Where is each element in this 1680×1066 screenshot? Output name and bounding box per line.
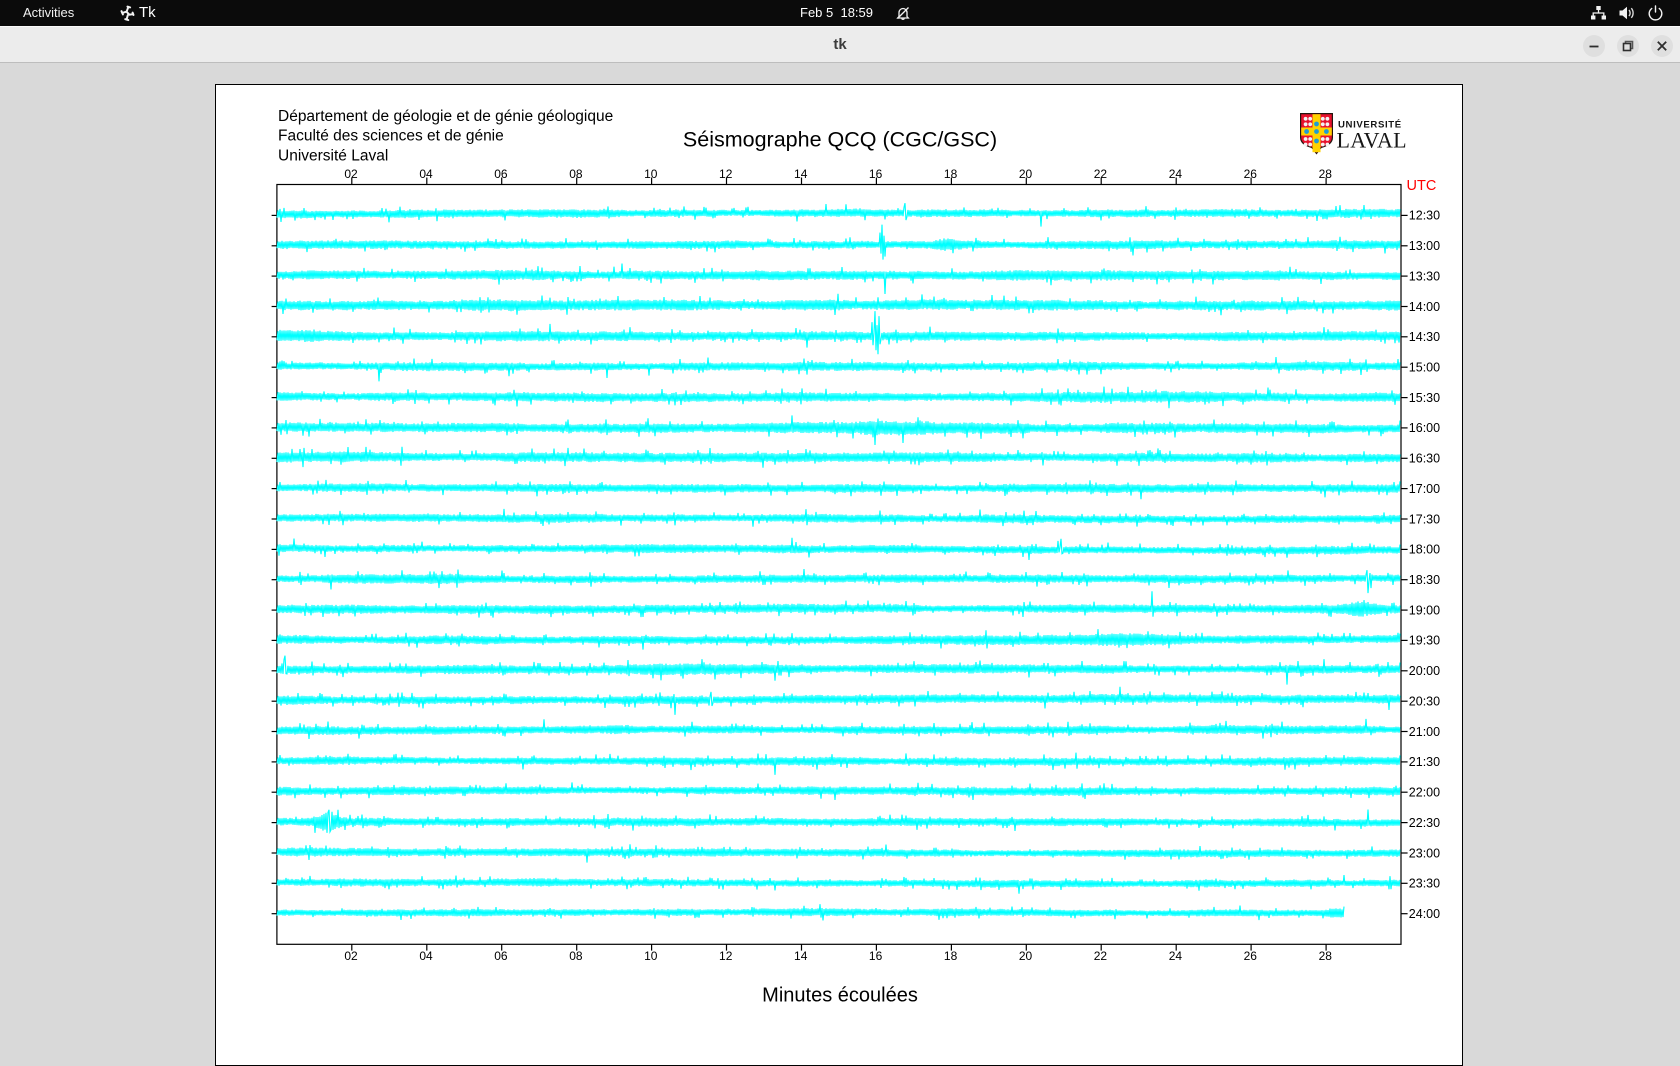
svg-text:26: 26 bbox=[1244, 949, 1258, 963]
svg-text:15:00: 15:00 bbox=[1409, 361, 1440, 375]
svg-text:19:30: 19:30 bbox=[1409, 634, 1440, 648]
svg-text:13:00: 13:00 bbox=[1409, 239, 1440, 253]
svg-text:UTC: UTC bbox=[1407, 178, 1437, 194]
svg-text:Département de géologie et de: Département de géologie et de génie géol… bbox=[278, 108, 613, 125]
svg-text:20: 20 bbox=[1019, 167, 1033, 181]
svg-text:18:30: 18:30 bbox=[1409, 573, 1440, 587]
svg-text:18: 18 bbox=[944, 167, 958, 181]
svg-text:22:00: 22:00 bbox=[1409, 786, 1440, 800]
svg-text:Séismographe QCQ (CGC/GSC): Séismographe QCQ (CGC/GSC) bbox=[683, 128, 997, 152]
svg-text:24: 24 bbox=[1169, 949, 1183, 963]
svg-text:17:30: 17:30 bbox=[1409, 512, 1440, 526]
svg-text:23:30: 23:30 bbox=[1409, 877, 1440, 891]
svg-text:02: 02 bbox=[344, 167, 358, 181]
svg-text:24: 24 bbox=[1169, 167, 1183, 181]
svg-text:16:00: 16:00 bbox=[1409, 421, 1440, 435]
svg-text:28: 28 bbox=[1319, 167, 1333, 181]
svg-text:08: 08 bbox=[569, 949, 583, 963]
svg-text:15:30: 15:30 bbox=[1409, 391, 1440, 405]
svg-text:21:30: 21:30 bbox=[1409, 755, 1440, 769]
svg-text:13:30: 13:30 bbox=[1409, 269, 1440, 283]
svg-text:LAVAL: LAVAL bbox=[1337, 128, 1407, 153]
svg-text:20: 20 bbox=[1019, 949, 1033, 963]
svg-text:18:00: 18:00 bbox=[1409, 543, 1440, 557]
svg-text:04: 04 bbox=[419, 949, 433, 963]
svg-text:24:00: 24:00 bbox=[1409, 907, 1440, 921]
svg-text:10: 10 bbox=[644, 949, 658, 963]
svg-text:17:00: 17:00 bbox=[1409, 482, 1440, 496]
svg-text:04: 04 bbox=[419, 167, 433, 181]
svg-text:19:00: 19:00 bbox=[1409, 603, 1440, 617]
svg-text:26: 26 bbox=[1244, 167, 1258, 181]
svg-text:10: 10 bbox=[644, 167, 658, 181]
svg-text:16: 16 bbox=[869, 167, 883, 181]
svg-text:22: 22 bbox=[1094, 949, 1108, 963]
svg-text:16: 16 bbox=[869, 949, 883, 963]
svg-text:22: 22 bbox=[1094, 167, 1108, 181]
svg-text:20:30: 20:30 bbox=[1409, 695, 1440, 709]
svg-text:Minutes écoulées: Minutes écoulées bbox=[762, 984, 918, 1006]
svg-text:22:30: 22:30 bbox=[1409, 816, 1440, 830]
svg-text:06: 06 bbox=[494, 949, 508, 963]
svg-text:Université Laval: Université Laval bbox=[278, 147, 388, 164]
svg-text:02: 02 bbox=[344, 949, 358, 963]
svg-text:14:00: 14:00 bbox=[1409, 300, 1440, 314]
svg-text:18: 18 bbox=[944, 949, 958, 963]
svg-text:21:00: 21:00 bbox=[1409, 725, 1440, 739]
svg-text:14:30: 14:30 bbox=[1409, 330, 1440, 344]
svg-text:12: 12 bbox=[719, 167, 733, 181]
svg-text:28: 28 bbox=[1319, 949, 1333, 963]
svg-text:Faculté des sciences et de gén: Faculté des sciences et de génie bbox=[278, 128, 504, 145]
svg-text:12: 12 bbox=[719, 949, 733, 963]
svg-text:08: 08 bbox=[569, 167, 583, 181]
svg-text:12:30: 12:30 bbox=[1409, 209, 1440, 223]
svg-text:14: 14 bbox=[794, 167, 808, 181]
svg-text:06: 06 bbox=[494, 167, 508, 181]
svg-text:14: 14 bbox=[794, 949, 808, 963]
svg-text:20:00: 20:00 bbox=[1409, 664, 1440, 678]
svg-text:23:00: 23:00 bbox=[1409, 846, 1440, 860]
svg-text:16:30: 16:30 bbox=[1409, 452, 1440, 466]
